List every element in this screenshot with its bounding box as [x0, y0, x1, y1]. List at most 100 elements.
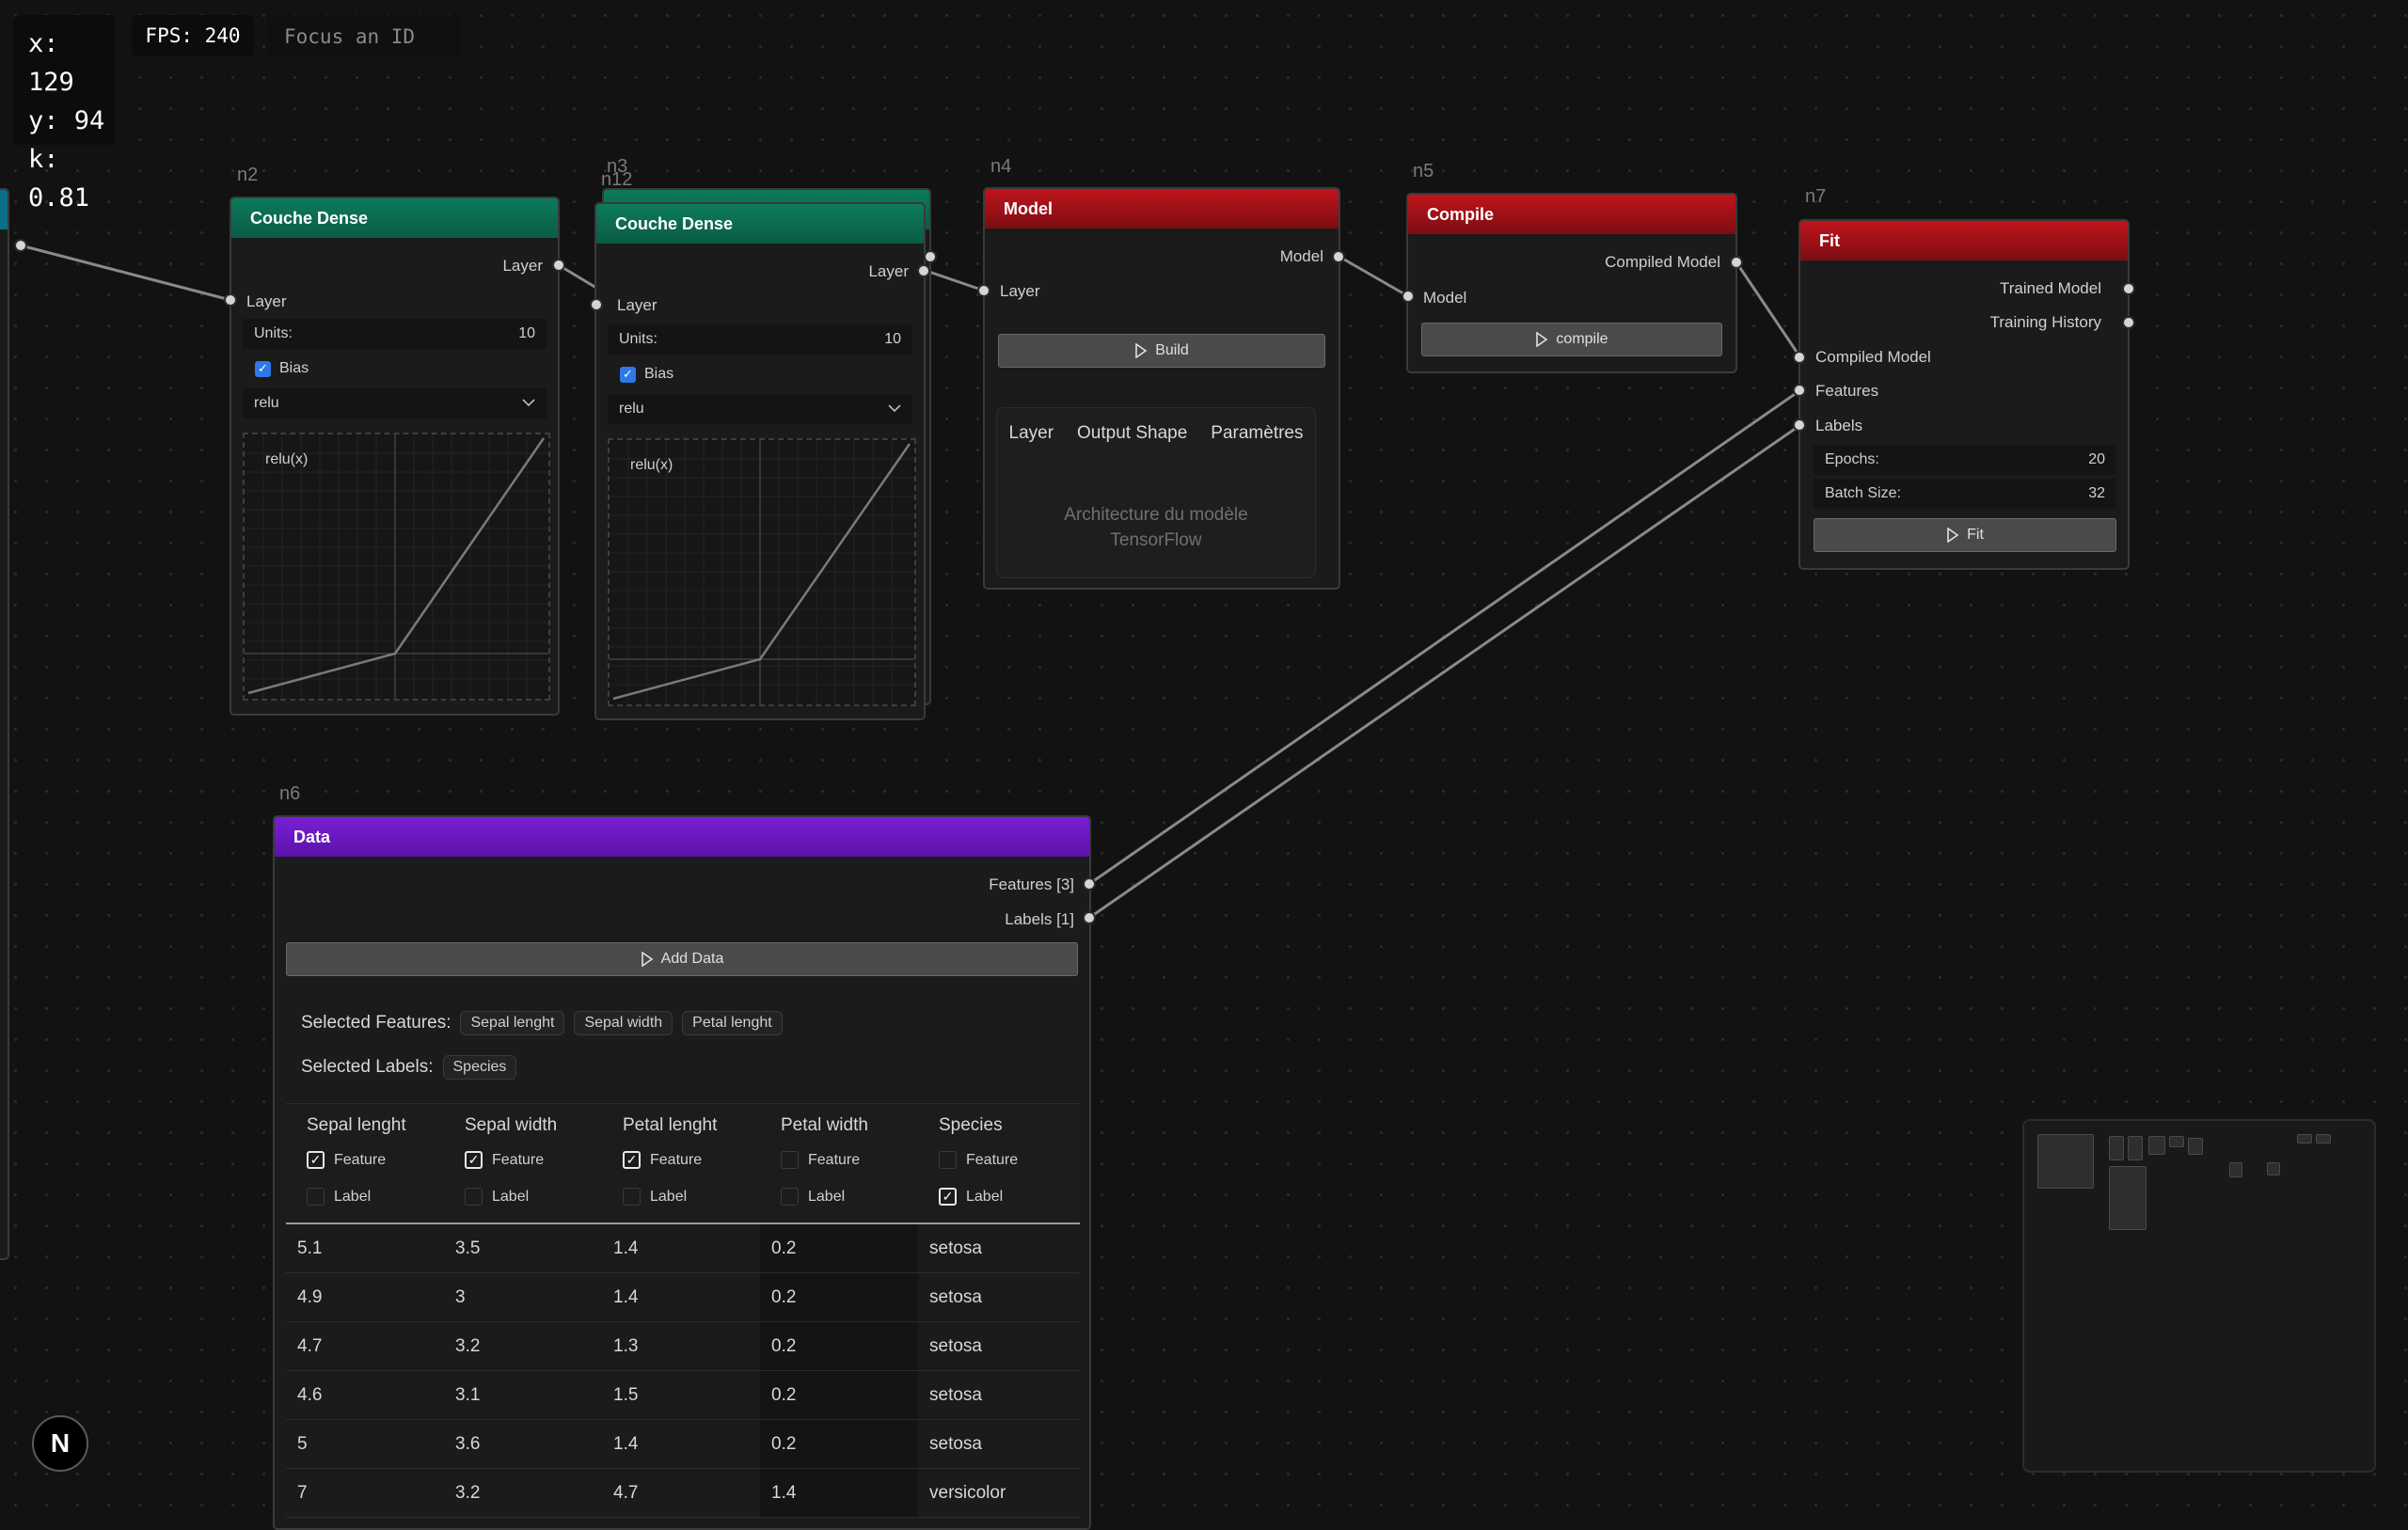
model-summary-table: Layer Output Shape Paramètres Architectu… — [996, 407, 1316, 578]
node-n5-compile[interactable]: Compile Compiled Model Model compile — [1406, 193, 1737, 373]
node-n3-output-handle[interactable] — [924, 250, 937, 263]
play-icon — [1536, 332, 1548, 347]
feature-option[interactable]: Feature — [781, 1151, 860, 1169]
feature-chip: Sepal lenght — [460, 1011, 565, 1035]
table-cell: 3.6 — [455, 1433, 481, 1454]
input-port-label: Layer — [617, 296, 657, 314]
node-n12-dense[interactable]: Couche Dense Layer Layer Units: 10 ✓ Bia… — [594, 202, 926, 720]
node-n7-input-handle-features[interactable] — [1793, 384, 1806, 397]
label-option[interactable]: Label — [623, 1188, 687, 1206]
output-port-label-trained: Trained Model — [1999, 279, 2101, 297]
node-n1-partial[interactable] — [0, 188, 9, 1260]
minimap-node — [2109, 1136, 2124, 1160]
minimap-viewport — [2037, 1134, 2094, 1189]
compile-button[interactable]: compile — [1421, 323, 1722, 356]
table-cell: 1.4 — [613, 1238, 639, 1258]
units-field[interactable]: Units: 10 — [608, 324, 912, 355]
table-cell: setosa — [929, 1384, 982, 1405]
node-n4-model[interactable]: Model Model Layer Build Layer Output Sha… — [983, 187, 1340, 590]
units-value: 10 — [518, 325, 535, 341]
node-n2-input-handle[interactable] — [224, 293, 237, 307]
epochs-field[interactable]: Epochs: 20 — [1814, 445, 2116, 475]
table-cell: 0.2 — [760, 1371, 918, 1419]
feature-checkbox[interactable]: ✓ — [307, 1151, 325, 1169]
node-n7-fit[interactable]: Fit Trained Model Training History Compi… — [1798, 219, 2130, 570]
graph-label: relu(x) — [630, 457, 673, 473]
minimap-node — [2169, 1136, 2184, 1147]
node-n6-output-handle-features[interactable] — [1083, 877, 1096, 891]
feature-option[interactable]: ✓ Feature — [623, 1151, 702, 1169]
input-port-label: Layer — [246, 292, 287, 310]
feature-checkbox[interactable] — [781, 1151, 799, 1169]
node-n7-input-handle-compiled[interactable] — [1793, 351, 1806, 364]
column-title: Sepal lenght — [307, 1115, 406, 1135]
units-field[interactable]: Units: 10 — [243, 319, 547, 349]
activation-select[interactable]: relu — [243, 388, 547, 418]
node-n12-input-handle[interactable] — [590, 298, 603, 311]
label-option[interactable]: Label — [465, 1188, 529, 1206]
node-n4-output-handle[interactable] — [1332, 250, 1345, 263]
feature-checkbox[interactable] — [939, 1151, 957, 1169]
fit-button[interactable]: Fit — [1814, 518, 2116, 552]
label-option[interactable]: Label — [781, 1188, 845, 1206]
focus-id-input[interactable]: Focus an ID — [267, 15, 461, 58]
table-cell: 3.2 — [455, 1482, 481, 1503]
node-n1-header — [0, 190, 8, 229]
node-n7-output-handle-history[interactable] — [2122, 316, 2135, 329]
node-n2-dense[interactable]: Couche Dense Layer Layer Units: 10 ✓ Bia… — [230, 197, 560, 716]
bias-checkbox[interactable]: ✓ — [255, 360, 271, 377]
node-n7-output-handle-trained[interactable] — [2122, 282, 2135, 295]
activation-graph: relu(x) — [608, 438, 916, 706]
label-checkbox[interactable]: ✓ — [939, 1188, 957, 1206]
feature-option[interactable]: Feature — [939, 1151, 1018, 1169]
table-cell: 1.4 — [613, 1286, 639, 1307]
table-cell: 1.4 — [760, 1469, 918, 1517]
node-n12-output-handle[interactable] — [917, 264, 930, 277]
feature-checkbox[interactable]: ✓ — [623, 1151, 641, 1169]
node-n6-data[interactable]: Data Features [3] Labels [1] Add Data Se… — [273, 815, 1091, 1530]
output-port-label: Layer — [868, 262, 909, 280]
bias-checkbox-row[interactable]: ✓ Bias — [255, 355, 309, 383]
table-cell: 3.5 — [455, 1238, 481, 1258]
label-checkbox[interactable] — [781, 1188, 799, 1206]
label-option[interactable]: ✓ Label — [939, 1188, 1003, 1206]
nextjs-logo[interactable]: N — [32, 1415, 88, 1472]
bias-checkbox-row[interactable]: ✓ Bias — [620, 360, 673, 388]
batch-size-field[interactable]: Batch Size: 32 — [1814, 479, 2116, 509]
edge-n1-n2 — [20, 244, 231, 302]
build-button[interactable]: Build — [998, 334, 1325, 368]
feature-option[interactable]: ✓ Feature — [465, 1151, 544, 1169]
label-option[interactable]: Label — [307, 1188, 371, 1206]
label-checkbox[interactable] — [465, 1188, 483, 1206]
activation-select[interactable]: relu — [608, 394, 912, 424]
table-cell: setosa — [929, 1335, 982, 1356]
node-n1-output-handle[interactable] — [14, 239, 27, 252]
minimap[interactable] — [2022, 1119, 2376, 1473]
node-n12-header: Couche Dense — [596, 204, 924, 244]
node-n6-output-handle-labels[interactable] — [1083, 911, 1096, 924]
node-n2-output-handle[interactable] — [552, 259, 565, 272]
node-n5-output-handle[interactable] — [1730, 256, 1743, 269]
column-title: Petal lenght — [623, 1115, 718, 1135]
label-checkbox[interactable] — [307, 1188, 325, 1206]
node-n5-input-handle[interactable] — [1402, 290, 1415, 303]
add-data-button[interactable]: Add Data — [286, 942, 1078, 976]
feature-option[interactable]: ✓ Feature — [307, 1151, 386, 1169]
units-label: Units: — [619, 331, 657, 347]
activation-graph: relu(x) — [243, 433, 550, 701]
table-cell: 4.7 — [297, 1335, 323, 1356]
node-id-n7: n7 — [1805, 186, 1827, 207]
relu-plot — [245, 434, 548, 699]
minimap-node — [2128, 1136, 2143, 1160]
bias-checkbox[interactable]: ✓ — [620, 366, 636, 383]
feature-checkbox[interactable]: ✓ — [465, 1151, 483, 1169]
label-checkbox[interactable] — [623, 1188, 641, 1206]
bias-label: Bias — [644, 366, 674, 382]
node-n4-input-handle[interactable] — [977, 284, 990, 297]
node-n7-input-handle-labels[interactable] — [1793, 418, 1806, 432]
table-row: 7 3.2 4.7 1.4 versicolor — [286, 1469, 1080, 1518]
node-n6-header: Data — [275, 817, 1089, 857]
input-port-label-features: Features — [1815, 382, 1879, 400]
output-port-label: Model — [1279, 247, 1323, 265]
minimap-node — [2148, 1136, 2165, 1155]
